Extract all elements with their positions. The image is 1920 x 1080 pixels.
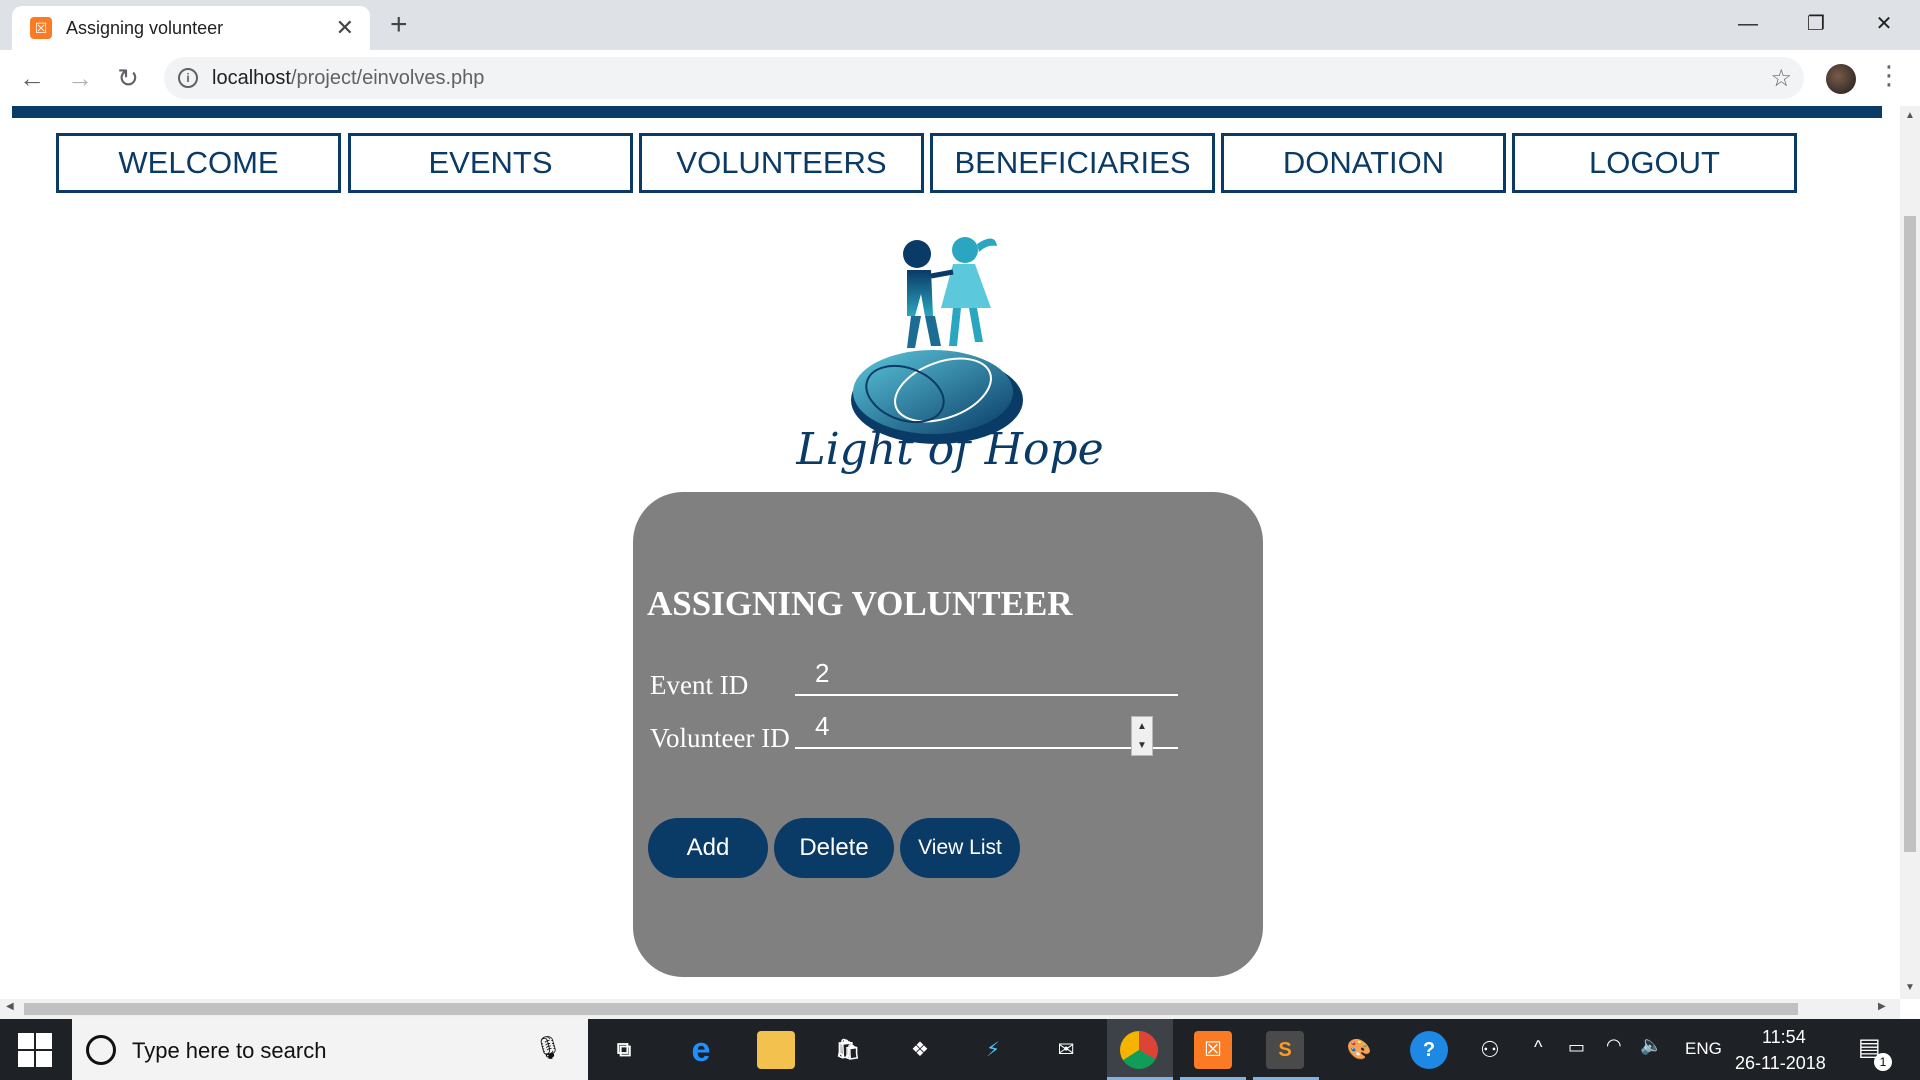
clock-date[interactable]: 26-11-2018 — [1735, 1053, 1826, 1074]
search-placeholder[interactable]: Type here to search — [132, 1038, 326, 1064]
paint-icon[interactable]: 🎨 — [1340, 1031, 1378, 1069]
header-bar — [12, 106, 1882, 118]
url-text[interactable]: localhost/project/einvolves.php — [212, 67, 484, 90]
language-indicator[interactable]: ENG — [1685, 1039, 1722, 1059]
back-icon[interactable]: ← — [14, 60, 50, 96]
close-window-button[interactable]: ✕ — [1854, 4, 1914, 44]
nav-events[interactable]: EVENTS — [348, 133, 633, 193]
wifi-icon[interactable]: ◠ — [1606, 1035, 1622, 1056]
horizontal-scroll-thumb[interactable] — [24, 1003, 1798, 1015]
assign-volunteer-panel: ASSIGNING VOLUNTEER Event ID Volunteer I… — [633, 492, 1263, 977]
clock-time[interactable]: 11:54 — [1762, 1027, 1806, 1048]
forward-icon[interactable]: → — [62, 60, 98, 96]
nav-donation[interactable]: DONATION — [1221, 133, 1506, 193]
form-title: ASSIGNING VOLUNTEER — [647, 584, 1073, 623]
help-icon[interactable]: ? — [1410, 1031, 1448, 1069]
store-icon[interactable]: 🛍 — [829, 1031, 867, 1069]
light-of-hope-logo-icon — [851, 237, 1023, 444]
vscode-icon[interactable]: ⚡ — [974, 1031, 1012, 1069]
new-tab-button[interactable]: + — [390, 8, 408, 42]
logo-text: Light of Hope — [796, 424, 1104, 475]
address-bar[interactable]: i localhost/project/einvolves.php ☆ — [164, 57, 1804, 99]
tab-title: Assigning volunteer — [66, 18, 224, 38]
notification-badge: 1 — [1874, 1053, 1892, 1071]
event-id-input[interactable] — [795, 652, 1178, 696]
vertical-scroll-thumb[interactable] — [1904, 216, 1916, 852]
add-button[interactable]: Add — [648, 818, 768, 878]
volume-icon[interactable]: 🔈 — [1640, 1035, 1662, 1056]
windows-taskbar: Type here to search 🎙 ⧉ e 🛍 ❖ ⚡ ✉ ☒ S 🎨 … — [0, 1019, 1920, 1080]
volunteer-id-spinner[interactable]: ▲ ▼ — [1131, 716, 1153, 756]
vertical-scrollbar[interactable]: ▲ ▼ — [1900, 106, 1920, 999]
nav-volunteers[interactable]: VOLUNTEERS — [639, 133, 924, 193]
scroll-down-icon[interactable]: ▼ — [1900, 982, 1920, 993]
people-icon[interactable]: ⚇ — [1480, 1037, 1500, 1063]
nav-logout[interactable]: LOGOUT — [1512, 133, 1797, 193]
profile-avatar[interactable] — [1826, 64, 1856, 94]
reload-icon[interactable]: ↻ — [110, 60, 146, 96]
file-explorer-icon[interactable] — [757, 1031, 795, 1069]
microphone-icon[interactable]: 🎙 — [534, 1035, 562, 1061]
battery-icon[interactable]: ▭ — [1568, 1037, 1585, 1058]
task-view-icon[interactable]: ⧉ — [605, 1031, 643, 1069]
dropbox-icon[interactable]: ❖ — [901, 1031, 939, 1069]
tab-close-icon[interactable]: ✕ — [336, 15, 354, 41]
nav-beneficiaries[interactable]: BENEFICIARIES — [930, 133, 1215, 193]
site-info-icon[interactable]: i — [178, 68, 198, 88]
browser-toolbar: ← → ↻ i localhost/project/einvolves.php … — [0, 50, 1920, 106]
browser-tabstrip: ☒ Assigning volunteer ✕ + — ❐ ✕ — [0, 0, 1920, 50]
nav-welcome[interactable]: WELCOME — [56, 133, 341, 193]
mail-icon[interactable]: ✉ — [1047, 1031, 1085, 1069]
xampp-icon[interactable]: ☒ — [1194, 1031, 1232, 1069]
chrome-icon[interactable] — [1120, 1031, 1158, 1069]
tray-chevron-icon[interactable]: ^ — [1534, 1037, 1542, 1058]
volunteer-id-label: Volunteer ID — [650, 723, 790, 753]
minimize-button[interactable]: — — [1718, 4, 1778, 44]
spin-down-icon[interactable]: ▼ — [1132, 736, 1152, 755]
scroll-right-icon[interactable]: ▶ — [1878, 1001, 1886, 1012]
delete-button[interactable]: Delete — [774, 818, 894, 878]
spin-up-icon[interactable]: ▲ — [1132, 717, 1152, 736]
sublime-text-icon[interactable]: S — [1266, 1031, 1304, 1069]
edge-icon[interactable]: e — [682, 1031, 720, 1069]
bookmark-star-icon[interactable]: ☆ — [1770, 64, 1792, 93]
browser-tab[interactable]: ☒ Assigning volunteer ✕ — [12, 6, 370, 50]
page-viewport: WELCOME EVENTS VOLUNTEERS BENEFICIARIES … — [0, 106, 1900, 999]
horizontal-scrollbar[interactable]: ◀ ▶ — [0, 999, 1900, 1019]
scroll-up-icon[interactable]: ▲ — [1900, 110, 1920, 121]
event-id-label: Event ID — [650, 670, 749, 700]
windows-start-icon[interactable] — [18, 1033, 52, 1067]
scroll-left-icon[interactable]: ◀ — [6, 1001, 14, 1012]
view-list-button[interactable]: View List — [900, 818, 1020, 878]
browser-menu-icon[interactable]: ⋮ — [1876, 60, 1902, 91]
taskbar-search[interactable]: Type here to search 🎙 — [72, 1019, 588, 1080]
restore-button[interactable]: ❐ — [1786, 4, 1846, 44]
volunteer-id-input[interactable] — [795, 705, 1178, 749]
xampp-favicon-icon: ☒ — [30, 17, 52, 39]
cortana-icon[interactable] — [86, 1035, 116, 1065]
